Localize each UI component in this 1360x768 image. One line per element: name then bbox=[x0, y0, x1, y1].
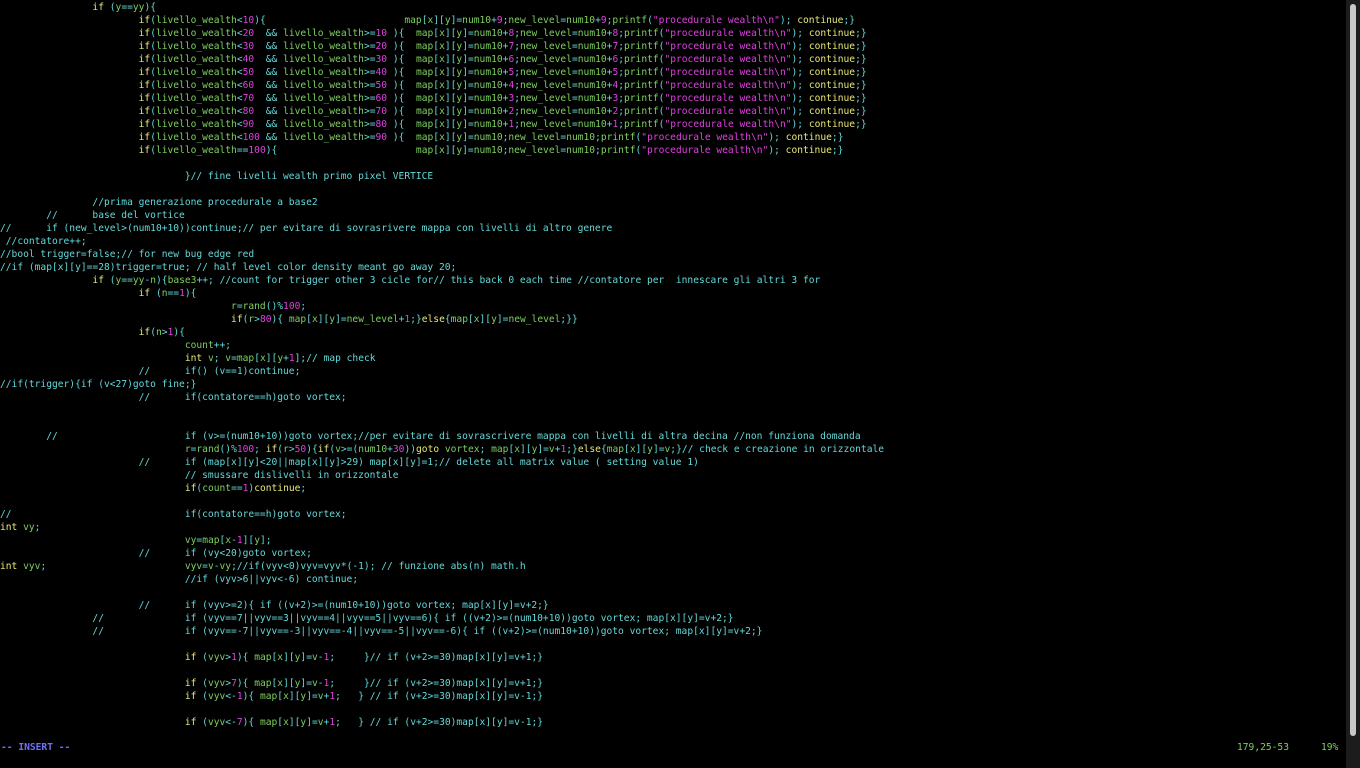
code-line[interactable]: if(livello_wealth<50 && livello_wealth>=… bbox=[0, 66, 1346, 79]
code-line[interactable] bbox=[0, 417, 1346, 430]
code-line[interactable]: //contatore++; bbox=[0, 235, 1346, 248]
code-line[interactable]: //if(trigger){if (v<27)goto fine;} bbox=[0, 378, 1346, 391]
code-line[interactable]: int v; v=map[x][y+1];// map check bbox=[0, 352, 1346, 365]
code-line[interactable]: vy=map[x-1][y]; bbox=[0, 534, 1346, 547]
code-line[interactable] bbox=[0, 638, 1346, 651]
code-line[interactable]: if (y==yy-n){base3++; //count for trigge… bbox=[0, 274, 1346, 287]
status-bar: -- INSERT -- 179,25-53 19% bbox=[0, 741, 1346, 755]
code-line[interactable]: // if (vy<20)goto vortex; bbox=[0, 547, 1346, 560]
code-line[interactable]: }// fine livelli wealth primo pixel VERT… bbox=[0, 170, 1346, 183]
code-line[interactable]: if (n==1){ bbox=[0, 287, 1346, 300]
code-line[interactable]: count++; bbox=[0, 339, 1346, 352]
scrollbar-thumb[interactable] bbox=[1350, 4, 1356, 736]
code-line[interactable] bbox=[0, 664, 1346, 677]
code-line[interactable]: if (y==yy){ bbox=[0, 1, 1346, 14]
code-line[interactable]: // if (map[x][y]<20||map[x][y]>29) map[x… bbox=[0, 456, 1346, 469]
code-line[interactable]: // if(contatore==h)goto vortex; bbox=[0, 391, 1346, 404]
code-line[interactable]: // base del vortice bbox=[0, 209, 1346, 222]
code-line[interactable]: if(livello_wealth<80 && livello_wealth>=… bbox=[0, 105, 1346, 118]
code-line[interactable]: // if (vyv==7||vyv==3||vyv==4||vyv==5||v… bbox=[0, 612, 1346, 625]
code-line[interactable]: // if (vyv==-7||vyv==-3||vyv==-4||vyv==-… bbox=[0, 625, 1346, 638]
code-line[interactable]: //bool trigger=false;// for new bug edge… bbox=[0, 248, 1346, 261]
code-line[interactable]: if(r>80){ map[x][y]=new_level+1;}else{ma… bbox=[0, 313, 1346, 326]
code-line[interactable]: if(livello_wealth<100 && livello_wealth>… bbox=[0, 131, 1346, 144]
code-line[interactable]: if(livello_wealth<20 && livello_wealth>=… bbox=[0, 27, 1346, 40]
code-line[interactable]: // if() (v==1)continue; bbox=[0, 365, 1346, 378]
code-line[interactable]: if (vyv<-1){ map[x][y]=v+1; } // if (v+2… bbox=[0, 690, 1346, 703]
code-line[interactable]: if(livello_wealth<30 && livello_wealth>=… bbox=[0, 40, 1346, 53]
code-line[interactable] bbox=[0, 404, 1346, 417]
code-line[interactable]: //if (map[x][y]==28)trigger=true; // hal… bbox=[0, 261, 1346, 274]
code-line[interactable]: if (vyv<-7){ map[x][y]=v+1; } // if (v+2… bbox=[0, 716, 1346, 729]
code-line[interactable]: //if (vyv>6||vyv<-6) continue; bbox=[0, 573, 1346, 586]
code-line[interactable]: if(livello_wealth<10){ map[x][y]=num10+9… bbox=[0, 14, 1346, 27]
code-line[interactable] bbox=[0, 183, 1346, 196]
code-line[interactable]: // if (v>=(num10+10))goto vortex;//per e… bbox=[0, 430, 1346, 443]
code-line[interactable]: if(livello_wealth<70 && livello_wealth>=… bbox=[0, 92, 1346, 105]
scroll-percent: 19% bbox=[1321, 742, 1339, 753]
code-line[interactable]: if (vyv>1){ map[x][y]=v-1; }// if (v+2>=… bbox=[0, 651, 1346, 664]
code-line[interactable]: if(livello_wealth<60 && livello_wealth>=… bbox=[0, 79, 1346, 92]
code-editor[interactable]: if (y==yy){ if(livello_wealth<10){ map[x… bbox=[0, 1, 1346, 729]
code-line[interactable]: if(livello_wealth<40 && livello_wealth>=… bbox=[0, 53, 1346, 66]
code-line[interactable]: if(count==1)continue; bbox=[0, 482, 1346, 495]
code-line[interactable]: //prima generazione procedurale a base2 bbox=[0, 196, 1346, 209]
code-line[interactable] bbox=[0, 495, 1346, 508]
vertical-scrollbar[interactable] bbox=[1346, 0, 1360, 768]
code-line[interactable]: // if (new_level>(num10+10))continue;// … bbox=[0, 222, 1346, 235]
code-line[interactable] bbox=[0, 586, 1346, 599]
code-line[interactable]: int vyv; vyv=v-vy;//if(vyv<0)vyv=vyv*(-1… bbox=[0, 560, 1346, 573]
code-line[interactable]: if(livello_wealth<90 && livello_wealth>=… bbox=[0, 118, 1346, 131]
code-line[interactable]: // if (vyv>=2){ if ((v+2)>=(num10+10))go… bbox=[0, 599, 1346, 612]
mode-indicator: -- INSERT -- bbox=[1, 742, 71, 753]
code-line[interactable]: r=rand()%100; if(r>50){if(v>=(num10+30))… bbox=[0, 443, 1346, 456]
cursor-position: 179,25-53 bbox=[1237, 742, 1289, 753]
code-line[interactable] bbox=[0, 703, 1346, 716]
code-line[interactable] bbox=[0, 157, 1346, 170]
code-line[interactable]: int vy; bbox=[0, 521, 1346, 534]
code-line[interactable]: // if(contatore==h)goto vortex; bbox=[0, 508, 1346, 521]
code-line[interactable]: if (vyv>7){ map[x][y]=v-1; }// if (v+2>=… bbox=[0, 677, 1346, 690]
code-line[interactable]: if(livello_wealth==100){ map[x][y]=num10… bbox=[0, 144, 1346, 157]
code-line[interactable]: r=rand()%100; bbox=[0, 300, 1346, 313]
code-line[interactable]: // smussare dislivelli in orizzontale bbox=[0, 469, 1346, 482]
code-line[interactable]: if(n>1){ bbox=[0, 326, 1346, 339]
